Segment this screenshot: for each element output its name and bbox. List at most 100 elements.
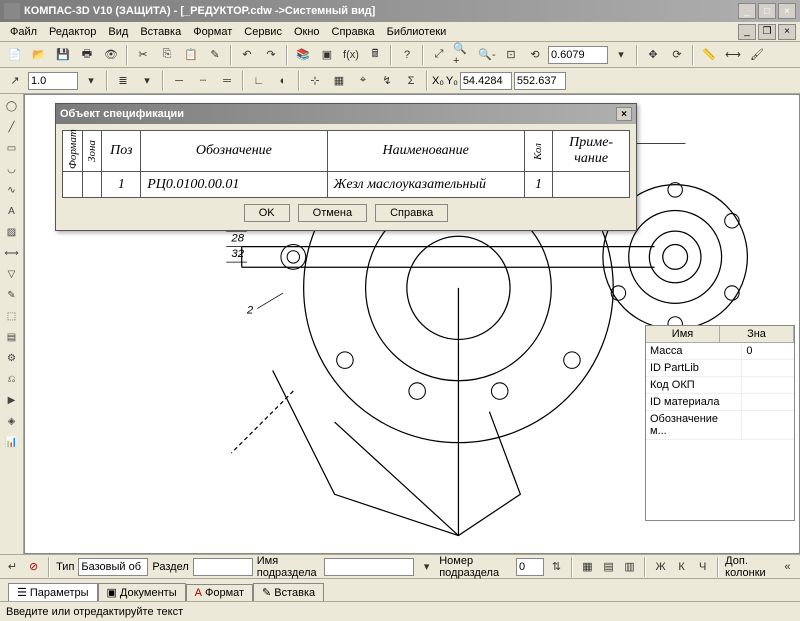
view3d-icon[interactable]: ◈ [2,411,22,431]
cell-name[interactable]: Жезл маслоуказательный [327,172,524,198]
bold-icon[interactable]: Ж [652,556,669,578]
style-b-icon[interactable]: ┄ [192,70,214,92]
param2-icon[interactable]: ⚙ [2,348,22,368]
section-input[interactable] [193,558,253,576]
cell-pos[interactable]: 1 [102,172,141,198]
subnum-input[interactable] [516,558,544,576]
paste-icon[interactable]: 📋 [180,44,202,66]
undo-icon[interactable]: ↶ [236,44,258,66]
menu-format[interactable]: Формат [187,24,238,40]
minimize-button[interactable]: _ [738,3,756,19]
grid2-icon[interactable]: ▤ [600,556,617,578]
menu-libraries[interactable]: Библиотеки [381,24,453,40]
snap-icon[interactable]: ⊹ [304,70,326,92]
cell-note[interactable] [553,172,630,198]
dim-icon[interactable]: ⟷ [2,243,22,263]
style-c-icon[interactable]: ═ [216,70,238,92]
hatch-icon[interactable]: ▨ [2,222,22,242]
help-icon[interactable]: ? [396,44,418,66]
menu-view[interactable]: Вид [102,24,134,40]
stop-icon[interactable]: ⊘ [25,556,42,578]
preview-icon[interactable]: 👁 [100,44,122,66]
macro-icon[interactable]: ▶ [2,390,22,410]
cell-qty[interactable]: 1 [524,172,552,198]
coord-y-input[interactable] [514,72,566,90]
dimension-icon[interactable]: ⟷ [722,44,744,66]
vars-icon[interactable]: f(x) [340,44,362,66]
doc-minimize-button[interactable]: _ [738,24,756,40]
close-button[interactable]: × [778,3,796,19]
scale-input[interactable] [28,72,78,90]
zoom-in-icon[interactable]: 🔍+ [452,44,474,66]
grid1-icon[interactable]: ▦ [579,556,596,578]
calc-icon[interactable]: 🖩 [364,44,386,66]
save-icon[interactable]: 💾 [52,44,74,66]
rect-icon[interactable]: ▭ [2,138,22,158]
menu-service[interactable]: Сервис [238,24,288,40]
grid-icon[interactable]: ▦ [328,70,350,92]
type-input[interactable] [78,558,148,576]
geom-icon[interactable]: ◯ [2,96,22,116]
orth-icon[interactable]: ∟ [248,70,270,92]
coord-x-input[interactable] [460,72,512,90]
subname-dd-icon[interactable]: ▾ [418,556,435,578]
cursor-icon[interactable]: ⌖ [352,70,374,92]
text-icon[interactable]: A [2,201,22,221]
zoom-out-icon[interactable]: 🔍- [476,44,498,66]
cancel-button[interactable]: Отмена [298,204,367,222]
redraw-icon[interactable]: 🖌 [746,44,768,66]
cut-icon[interactable]: ✂ [132,44,154,66]
open-icon[interactable]: 📂 [28,44,50,66]
maximize-button[interactable]: □ [758,3,776,19]
scale-dropdown-icon[interactable]: ▾ [80,70,102,92]
copy-icon[interactable]: ⎘ [156,44,178,66]
menu-window[interactable]: Окно [288,24,326,40]
round-icon[interactable]: ◐ [272,70,294,92]
tab-documents[interactable]: ▣Документы [98,583,186,601]
italic-icon[interactable]: К [673,556,690,578]
zoom-fit-icon[interactable]: ⤢ [428,44,450,66]
dialog-title-bar[interactable]: Объект спецификации × [56,104,636,124]
tab-insert[interactable]: ✎Вставка [253,583,324,601]
zoom-input[interactable] [548,46,608,64]
spinner-icon[interactable]: ⇅ [548,556,565,578]
new-icon[interactable]: 📄 [4,44,26,66]
menu-help[interactable]: Справка [326,24,381,40]
measure-icon[interactable]: 📏 [698,44,720,66]
cell-zone[interactable] [82,172,102,198]
under-icon[interactable]: Ч [694,556,711,578]
subname-input[interactable] [324,558,414,576]
doc-restore-button[interactable]: ❐ [758,24,776,40]
report-icon[interactable]: 📊 [2,432,22,452]
local-icon[interactable]: ↯ [376,70,398,92]
menu-editor[interactable]: Редактор [43,24,102,40]
format-icon[interactable]: ✎ [204,44,226,66]
doc-close-button[interactable]: × [778,24,796,40]
spec-icon[interactable]: ▤ [2,327,22,347]
dialog-close-button[interactable]: × [616,107,632,121]
edit-icon[interactable]: ✎ [2,285,22,305]
ok-button[interactable]: OK [244,204,290,222]
print-icon[interactable]: 🖶 [76,44,98,66]
drawing-canvas[interactable]: 259 28 32 2 Объект спецификации × [24,94,800,554]
spec-row[interactable]: 1 РЦ0.0100.00.01 Жезл маслоуказательный … [63,172,630,198]
cell-designation[interactable]: РЦ0.0100.00.01 [141,172,327,198]
library-icon[interactable]: 📚 [292,44,314,66]
cell-format[interactable] [63,172,83,198]
grid3-icon[interactable]: ▥ [621,556,638,578]
line-icon[interactable]: ╱ [2,117,22,137]
assoc-icon[interactable]: ⎌ [2,369,22,389]
param-icon[interactable]: Σ [400,70,422,92]
menu-insert[interactable]: Вставка [134,24,187,40]
arc-icon[interactable]: ◡ [2,159,22,179]
layers-icon[interactable]: ≣ [112,70,134,92]
help-button[interactable]: Справка [375,204,448,222]
zoom-window-icon[interactable]: ⊡ [500,44,522,66]
pan-icon[interactable]: ✥ [642,44,664,66]
tool-a-icon[interactable]: ▣ [316,44,338,66]
rotate-icon[interactable]: ⟳ [666,44,688,66]
select-icon[interactable]: ⬚ [2,306,22,326]
tab-format[interactable]: AФормат [186,584,253,601]
redo-icon[interactable]: ↷ [260,44,282,66]
tab-parameters[interactable]: ☰Параметры [8,583,98,601]
